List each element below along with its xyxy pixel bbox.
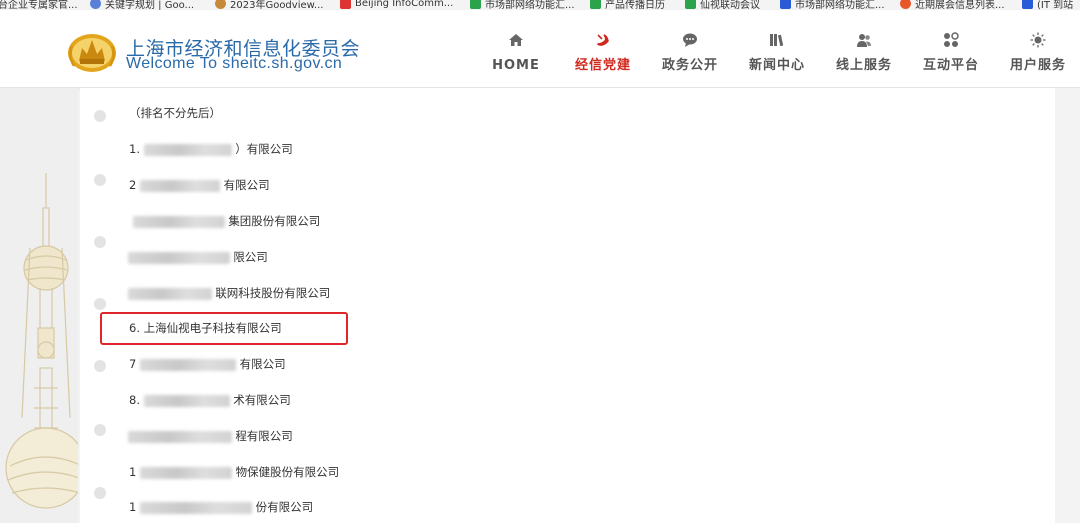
- item-text: 联网科技股份有限公司: [215, 286, 331, 300]
- item-number: 1.: [129, 142, 140, 156]
- item-number: 1: [129, 500, 137, 514]
- home-icon: [509, 34, 523, 46]
- bookmarks-bar: 台企业专属家官... 关键字规划 | Goo... 2023年Goodview.…: [0, 0, 1080, 10]
- page-margin: [1055, 88, 1080, 523]
- bookmark-item[interactable]: 产品传播日历: [590, 0, 665, 10]
- list-item[interactable]: 7 有限公司: [129, 356, 286, 372]
- nav-label: HOME: [492, 58, 540, 73]
- list-item[interactable]: 联网科技股份有限公司: [124, 285, 330, 301]
- bookmark-item[interactable]: 关键字规划 | Goo...: [90, 0, 194, 10]
- item-text: 术有限公司: [233, 393, 291, 407]
- grid-circles-icon: [944, 32, 959, 47]
- item-text: 有限公司: [239, 357, 286, 371]
- list-item[interactable]: 程有限公司: [124, 428, 293, 444]
- site-favicon-icon: [215, 0, 226, 9]
- item-text: ）有限公司: [235, 142, 293, 156]
- bookmark-item[interactable]: (IT 到站: [1022, 0, 1073, 10]
- nav-online-service[interactable]: 线上服务: [824, 32, 904, 73]
- item-text: 集团股份有限公司: [228, 214, 321, 228]
- sun-icon: [1030, 32, 1046, 48]
- nav-home[interactable]: HOME: [476, 32, 556, 73]
- item-text: 限公司: [233, 250, 268, 264]
- blurred-company-name: [127, 430, 232, 443]
- decorative-side-panel: [0, 88, 78, 523]
- nav-label: 经信党建: [574, 58, 631, 73]
- nav-label: 用户服务: [1009, 58, 1066, 73]
- blurred-company-name: [139, 358, 236, 371]
- blurred-company-name: [139, 179, 220, 192]
- nav-party-building[interactable]: 经信党建: [563, 32, 643, 73]
- nav-user-service[interactable]: 用户服务: [998, 32, 1078, 73]
- item-text: 份有限公司: [255, 500, 314, 514]
- bookmark-item[interactable]: 仙视联动会议: [685, 0, 760, 10]
- chat-bubble-icon: [683, 33, 697, 47]
- nav-label: 新闻中心: [748, 58, 805, 73]
- nav-label: 线上服务: [835, 58, 892, 73]
- nav-label: 政务公开: [661, 58, 718, 73]
- decorative-dot: [94, 424, 106, 436]
- sheet-icon: [470, 0, 481, 9]
- item-number: 2: [129, 178, 137, 192]
- site-favicon-icon: [340, 0, 351, 9]
- decorative-dot: [94, 236, 106, 248]
- people-icon: [857, 34, 871, 47]
- bookmark-item[interactable]: 市场部网络功能汇...: [780, 0, 885, 10]
- bookmark-item[interactable]: 市场部网络功能汇...: [470, 0, 575, 10]
- bookmark-item[interactable]: 2023年Goodview...: [215, 0, 323, 10]
- list-item[interactable]: 限公司: [124, 249, 268, 265]
- bookmark-item[interactable]: Beijing InfoComm...: [340, 0, 453, 10]
- weibo-icon: [900, 0, 911, 9]
- blurred-company-name: [127, 287, 212, 300]
- blurred-company-name: [132, 215, 225, 228]
- item-text: 有限公司: [223, 178, 270, 192]
- highlight-box: [100, 312, 348, 345]
- item-number: 7: [129, 357, 137, 371]
- dropbox-icon: [780, 0, 791, 9]
- nav-government-affairs[interactable]: 政务公开: [650, 32, 730, 73]
- list-item[interactable]: 2 有限公司: [129, 177, 270, 193]
- blurred-company-name: [143, 394, 230, 407]
- nav-label: 互动平台: [922, 58, 979, 73]
- blurred-company-name: [127, 251, 230, 264]
- bookmark-item[interactable]: 台企业专属家官...: [0, 0, 78, 10]
- decorative-dot: [94, 298, 106, 310]
- books-icon: [770, 34, 784, 47]
- blurred-company-name: [139, 501, 252, 514]
- site-header: 上海市经济和信息化委员会 Welcome To sheitc.sh.gov.cn…: [0, 10, 1080, 88]
- oriental-pearl-tower-icon: [5, 173, 78, 509]
- list-item[interactable]: 8. 术有限公司: [129, 392, 291, 408]
- globe-icon: [90, 0, 101, 9]
- list-item[interactable]: 集团股份有限公司: [129, 213, 320, 229]
- party-emblem-icon: [597, 34, 609, 46]
- sheet-icon: [590, 0, 601, 9]
- ranking-note: （排名不分先后）: [129, 106, 221, 120]
- item-text: 物保健股份有限公司: [235, 465, 340, 479]
- item-number: 1: [129, 465, 137, 479]
- decorative-dot: [94, 174, 106, 186]
- list-item[interactable]: 1 物保健股份有限公司: [129, 464, 339, 480]
- sheet-icon: [685, 0, 696, 9]
- site-logo-icon[interactable]: [66, 28, 118, 74]
- decorative-dot: [94, 360, 106, 372]
- decorative-dot: [94, 110, 106, 122]
- bookmark-item[interactable]: 近期展会信息列表...: [900, 0, 1005, 10]
- decorative-dot: [94, 487, 106, 499]
- item-text: 程有限公司: [235, 429, 293, 443]
- nav-interaction-platform[interactable]: 互动平台: [911, 32, 991, 73]
- baidu-icon: [1022, 0, 1033, 9]
- list-item[interactable]: 1. ）有限公司: [129, 141, 293, 157]
- item-number: 8.: [129, 393, 140, 407]
- blurred-company-name: [139, 466, 232, 479]
- nav-news-center[interactable]: 新闻中心: [737, 32, 817, 73]
- list-item[interactable]: 1 份有限公司: [129, 499, 313, 515]
- site-subtitle: Welcome To sheitc.sh.gov.cn: [126, 55, 343, 72]
- blurred-company-name: [143, 143, 232, 156]
